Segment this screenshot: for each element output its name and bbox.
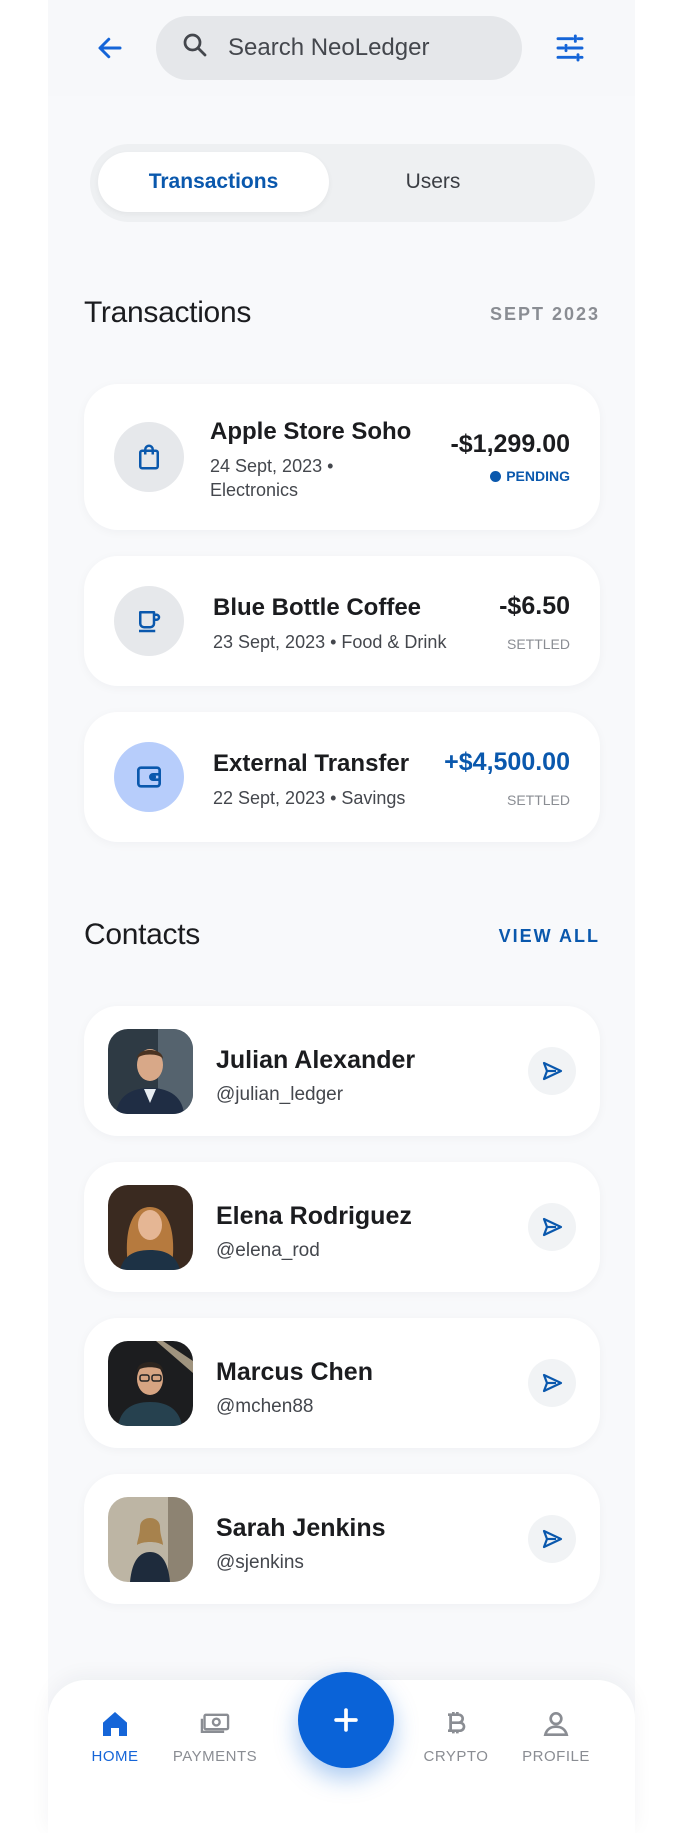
send-icon: [542, 1373, 563, 1393]
pending-dot-icon: [490, 470, 502, 482]
contact-name: Marcus Chen: [216, 1358, 373, 1386]
transaction-amount: +$4,500.00: [444, 748, 570, 776]
send-button[interactable]: [528, 1047, 576, 1095]
filter-button[interactable]: [550, 28, 590, 68]
avatar: [108, 1185, 193, 1270]
transaction-name: Blue Bottle Coffee: [213, 594, 422, 621]
transaction-date-category: 22 Sept, 2023 • Savings: [213, 788, 406, 808]
back-button[interactable]: [90, 28, 130, 68]
view-all-link[interactable]: VIEW ALL: [499, 926, 600, 947]
send-icon: [542, 1217, 563, 1237]
period-label: SEPT 2023: [489, 304, 600, 324]
contact-card[interactable]: Julian Alexander @julian_ledger: [84, 1006, 600, 1136]
status-badge: PENDING: [490, 468, 570, 484]
contact-handle: @mchen88: [216, 1396, 314, 1417]
nav-payments[interactable]: PAYMENTS: [165, 1708, 265, 1765]
status-badge: SETTLED: [507, 792, 570, 808]
avatar: [108, 1497, 193, 1582]
wallet-icon: [114, 742, 184, 812]
transaction-amount: -$6.50: [499, 592, 570, 620]
bottom-navigation: HOME PAYMENTS CRYPTO PROFILE: [48, 1672, 635, 1833]
payments-icon: [200, 1713, 230, 1734]
status-badge: SETTLED: [507, 636, 570, 652]
contact-handle: @julian_ledger: [216, 1084, 344, 1105]
nav-home[interactable]: HOME: [65, 1708, 165, 1765]
transaction-date: 24 Sept, 2023 •: [210, 456, 334, 476]
search-input[interactable]: [228, 16, 508, 80]
nav-label: CRYPTO: [423, 1748, 489, 1765]
avatar: [108, 1029, 193, 1114]
contacts-heading: Contacts: [84, 918, 200, 951]
transaction-amount: -$1,299.00: [450, 430, 570, 458]
nav-label: PROFILE: [522, 1748, 590, 1765]
coffee-cup-icon: [114, 586, 184, 656]
transaction-date-category: 23 Sept, 2023 • Food & Drink: [213, 632, 447, 652]
profile-icon: [543, 1712, 569, 1736]
app-screen: Transactions Users Transactions SEPT 202…: [48, 0, 635, 1833]
status-text: SETTLED: [506, 636, 570, 652]
transaction-card[interactable]: External Transfer 22 Sept, 2023 • Saving…: [84, 712, 600, 842]
nav-label: HOME: [91, 1748, 139, 1765]
contact-handle: @sjenkins: [216, 1552, 304, 1573]
send-button[interactable]: [528, 1515, 576, 1563]
bitcoin-icon: [448, 1712, 466, 1734]
status-text: SETTLED: [506, 792, 570, 808]
contact-name: Sarah Jenkins: [216, 1514, 386, 1542]
send-icon: [542, 1061, 563, 1081]
nav-label: PAYMENTS: [172, 1748, 258, 1765]
plus-icon: [334, 1708, 358, 1732]
transaction-card[interactable]: Blue Bottle Coffee 23 Sept, 2023 • Food …: [84, 556, 600, 686]
send-button[interactable]: [528, 1203, 576, 1251]
home-icon: [103, 1712, 127, 1736]
tab-transactions[interactable]: Transactions: [98, 152, 329, 212]
sliders-icon: [556, 34, 584, 62]
contact-handle: @elena_rod: [216, 1240, 320, 1261]
send-icon: [542, 1529, 563, 1549]
tab-users[interactable]: Users: [340, 152, 526, 212]
top-bar: [48, 0, 635, 96]
search-bar[interactable]: [156, 16, 522, 80]
transactions-heading: Transactions: [84, 296, 252, 329]
transaction-name: Apple Store Soho: [210, 418, 412, 445]
transaction-card[interactable]: Apple Store Soho 24 Sept, 2023 • Electro…: [84, 384, 600, 530]
search-icon: [183, 33, 207, 57]
send-button[interactable]: [528, 1359, 576, 1407]
status-text: PENDING: [506, 468, 570, 484]
nav-profile[interactable]: PROFILE: [506, 1708, 606, 1765]
contact-name: Elena Rodriguez: [216, 1202, 412, 1230]
shopping-bag-icon: [114, 422, 184, 492]
contact-card[interactable]: Elena Rodriguez @elena_rod: [84, 1162, 600, 1292]
contact-card[interactable]: Marcus Chen @mchen88: [84, 1318, 600, 1448]
arrow-left-icon: [98, 37, 122, 59]
contact-name: Julian Alexander: [216, 1046, 416, 1074]
avatar: [108, 1341, 193, 1426]
contact-card[interactable]: Sarah Jenkins @sjenkins: [84, 1474, 600, 1604]
view-switcher: Transactions Users: [90, 144, 595, 222]
add-button[interactable]: [298, 1672, 394, 1768]
transaction-name: External Transfer: [213, 750, 410, 777]
transaction-category: Electronics: [210, 480, 299, 500]
nav-crypto[interactable]: CRYPTO: [406, 1708, 506, 1765]
